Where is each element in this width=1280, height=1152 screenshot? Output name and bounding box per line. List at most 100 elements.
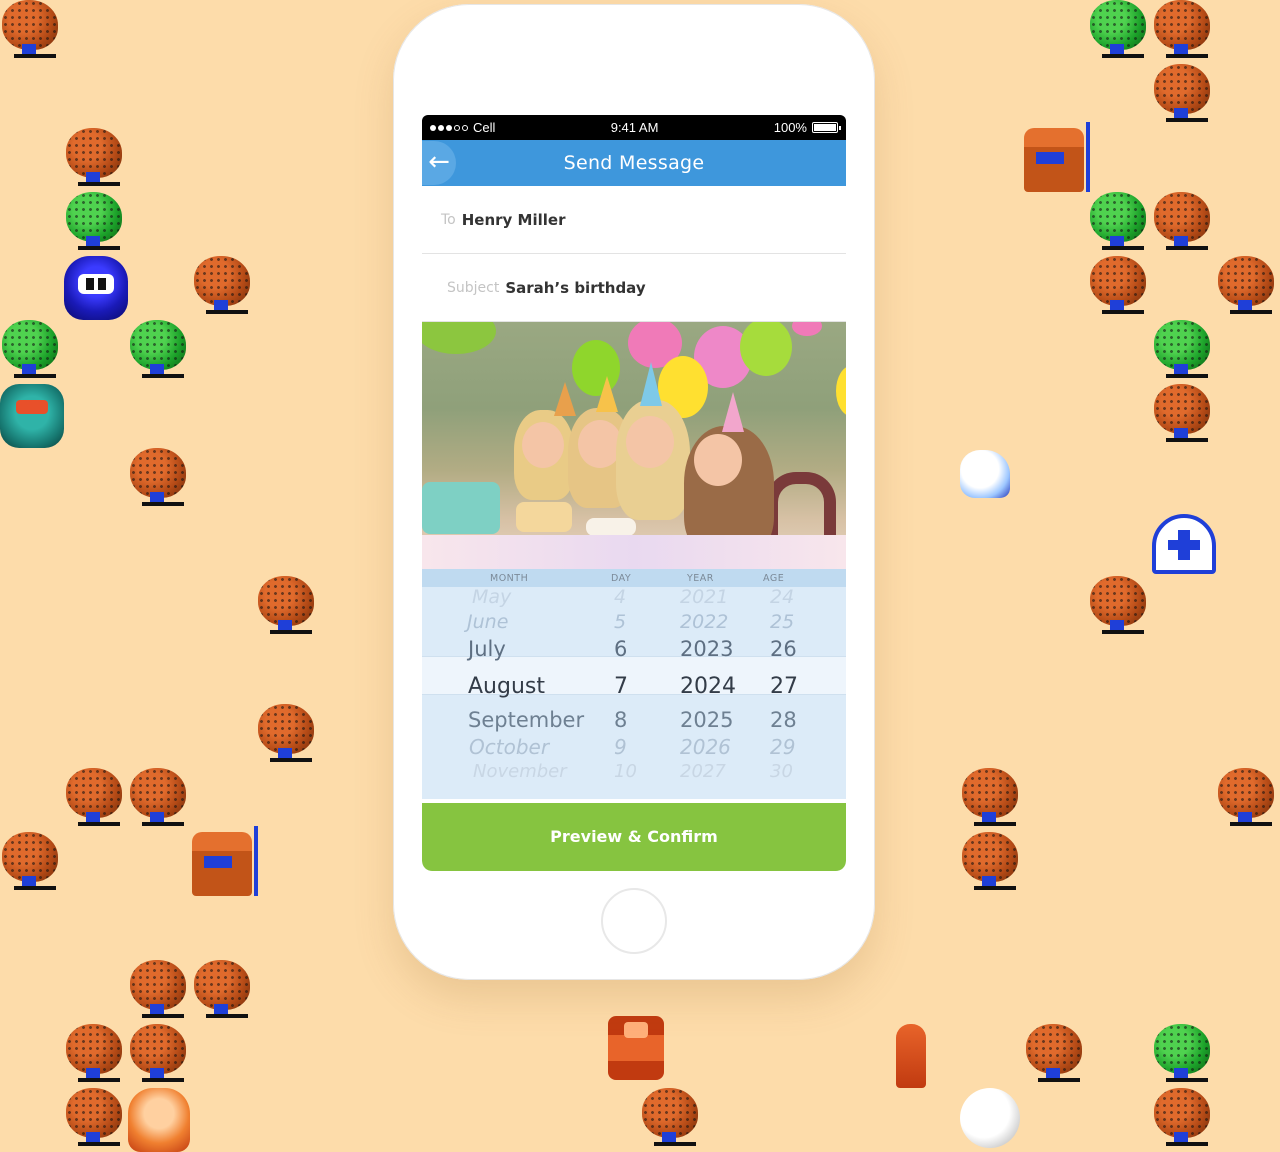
picker-day-cell: 5 <box>614 611 627 633</box>
brown-bush-icon <box>1088 256 1148 316</box>
brown-bush-icon <box>256 704 316 764</box>
battery-fill <box>813 124 836 131</box>
picker-month-cell: September <box>468 708 585 732</box>
battery-icon <box>811 122 841 133</box>
to-label: To <box>441 211 456 228</box>
green-bush-icon <box>1088 192 1148 252</box>
back-button[interactable]: ← <box>422 141 456 185</box>
picker-year-cell: 2023 <box>680 637 734 661</box>
goblin-enemy-icon <box>0 384 64 448</box>
picker-day-cell: 10 <box>614 761 637 782</box>
brown-bush-icon <box>64 1024 124 1084</box>
brown-bush-icon <box>256 576 316 636</box>
brown-bush-icon <box>128 448 188 508</box>
moblin-enemy-icon <box>192 826 258 896</box>
green-bush-icon <box>128 320 188 380</box>
picker-year-cell: 2025 <box>680 708 734 732</box>
brown-bush-icon <box>192 256 252 316</box>
picker-day-cell: 9 <box>614 735 627 759</box>
brown-bush-icon <box>1216 768 1276 828</box>
status-bar: Cell 9:41 AM 100% <box>422 115 846 140</box>
picker-year-cell: 2027 <box>680 761 726 782</box>
picker-age-cell: 27 <box>770 674 798 699</box>
subject-field[interactable]: Subject Sarah’s birthday <box>422 254 846 322</box>
date-age-picker[interactable]: MONTH DAY YEAR AGE May 4 2021 24 June 5 2022 25… <box>422 569 846 799</box>
brown-bush-icon <box>64 128 124 188</box>
ghost-enemy-icon <box>960 450 1010 498</box>
brown-bush-icon <box>1152 1088 1212 1148</box>
picker-day-cell: 7 <box>614 674 628 699</box>
battery-percent: 100% <box>773 120 807 135</box>
phone-screen: Cell 9:41 AM 100% ← Send Message To Henr… <box>422 115 846 871</box>
subject-label: Subject <box>447 279 500 296</box>
signal-strength-icon <box>430 124 468 131</box>
brown-bush-icon <box>0 0 60 60</box>
picker-header: MONTH DAY YEAR AGE <box>422 569 846 587</box>
arrow-left-icon: ← <box>428 147 450 177</box>
brown-bush-icon <box>1024 1024 1084 1084</box>
status-time: 9:41 AM <box>610 120 659 135</box>
nav-title: Send Message <box>563 152 705 174</box>
brown-bush-icon <box>1152 0 1212 60</box>
brown-bush-icon <box>960 832 1020 892</box>
green-bush-icon <box>1152 320 1212 380</box>
picker-year-cell: 2026 <box>680 735 731 759</box>
picker-month-cell: June <box>467 611 509 633</box>
brown-bush-icon <box>640 1088 700 1148</box>
brown-bush-icon <box>1152 384 1212 444</box>
status-right: 100% <box>773 120 841 135</box>
picker-month-cell: May <box>472 586 512 608</box>
pig-enemy-icon <box>128 1088 190 1152</box>
to-value: Henry Miller <box>461 210 566 229</box>
picker-month-cell: July <box>468 637 506 661</box>
brown-bush-icon <box>128 960 188 1020</box>
picker-month-cell: August <box>468 674 545 699</box>
brown-bush-icon <box>1152 192 1212 252</box>
moblin-enemy-icon <box>1024 122 1090 192</box>
picker-year-cell: 2024 <box>680 674 736 699</box>
year-header: YEAR <box>687 572 714 584</box>
to-field[interactable]: To Henry Miller <box>422 186 846 254</box>
day-header: DAY <box>611 572 632 584</box>
picker-year-cell: 2022 <box>680 611 729 633</box>
birthday-party-photo <box>422 322 846 569</box>
phone-mockup: Cell 9:41 AM 100% ← Send Message To Henr… <box>393 4 875 980</box>
brown-bush-icon <box>1216 256 1276 316</box>
brown-bush-icon <box>192 960 252 1020</box>
picker-month-cell: November <box>473 761 567 782</box>
picker-age-cell: 29 <box>770 735 796 759</box>
green-bush-icon <box>1088 0 1148 60</box>
egg-item-icon <box>960 1088 1020 1148</box>
picker-age-cell: 24 <box>770 586 795 608</box>
picker-day-cell: 8 <box>614 708 628 732</box>
brown-bush-icon <box>960 768 1020 828</box>
picker-year-cell: 2021 <box>680 586 729 608</box>
picker-month-cell: October <box>469 735 550 759</box>
green-bush-icon <box>1152 1024 1212 1084</box>
picker-age-cell: 30 <box>770 761 793 782</box>
brown-bush-icon <box>1152 64 1212 124</box>
picker-day-cell: 4 <box>614 586 627 608</box>
age-header: AGE <box>763 572 785 584</box>
carrier-label: Cell <box>473 120 496 135</box>
home-button[interactable] <box>601 888 667 954</box>
helmet-item-icon <box>1152 514 1216 574</box>
picker-age-cell: 28 <box>770 708 797 732</box>
brown-bush-icon <box>1088 576 1148 636</box>
month-header: MONTH <box>490 572 529 584</box>
brown-bush-icon <box>0 832 60 892</box>
fairy-character-icon <box>896 1024 926 1088</box>
green-bush-icon <box>0 320 60 380</box>
octorok-enemy-icon <box>64 256 128 320</box>
brown-bush-icon <box>64 1088 124 1148</box>
picker-age-cell: 26 <box>770 637 797 661</box>
subject-value: Sarah’s birthday <box>505 278 646 297</box>
brown-bush-icon <box>128 768 188 828</box>
preview-confirm-button[interactable]: Preview & Confirm <box>422 803 846 871</box>
green-bush-icon <box>64 192 124 252</box>
status-left: Cell <box>430 120 495 135</box>
picker-age-cell: 25 <box>770 611 795 633</box>
nav-bar: ← Send Message <box>422 140 846 186</box>
brown-bush-icon <box>128 1024 188 1084</box>
brown-bush-icon <box>64 768 124 828</box>
